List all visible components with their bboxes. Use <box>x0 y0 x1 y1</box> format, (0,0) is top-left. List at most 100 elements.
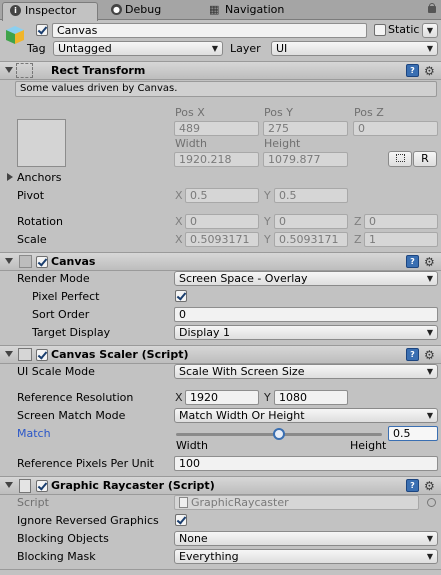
match-width-label: Width <box>176 439 208 452</box>
gear-icon[interactable]: ⚙ <box>424 349 435 361</box>
width-field[interactable]: 1920.218 <box>174 152 259 167</box>
raw-edit-label: R <box>421 152 429 165</box>
ui-scale-mode-dropdown[interactable]: Scale With Screen Size ▼ <box>174 364 438 379</box>
gear-icon[interactable]: ⚙ <box>424 65 435 77</box>
blocking-mask-label: Blocking Mask <box>17 550 96 563</box>
target-display-dropdown[interactable]: Display 1 ▼ <box>174 325 438 340</box>
help-icon[interactable]: ? <box>406 255 419 268</box>
canvas-component-icon <box>19 255 32 268</box>
inspector-options-button[interactable] <box>426 3 438 15</box>
blocking-mask-dropdown[interactable]: Everything ▼ <box>174 549 438 564</box>
info-icon: i <box>10 5 21 16</box>
screen-match-mode-dropdown[interactable]: Match Width Or Height ▼ <box>174 408 438 423</box>
blocking-objects-dropdown[interactable]: None ▼ <box>174 531 438 546</box>
raw-edit-button[interactable]: R <box>413 151 437 167</box>
sort-order-label: Sort Order <box>32 308 90 321</box>
reference-resolution-label: Reference Resolution <box>17 391 134 404</box>
reference-x-field[interactable]: 1920 <box>185 390 259 405</box>
tab-debug-label: Debug <box>125 3 162 16</box>
anchors-label[interactable]: Anchors <box>17 171 62 185</box>
tag-dropdown[interactable]: Untagged ▼ <box>53 41 223 56</box>
chevron-down-icon: ▼ <box>426 534 433 543</box>
scale-x-axis: X <box>175 233 183 246</box>
ignore-reversed-checkbox[interactable] <box>175 514 187 526</box>
active-checkbox[interactable] <box>36 24 48 36</box>
tab-debug[interactable]: ● Debug <box>101 2 197 20</box>
gear-icon[interactable]: ⚙ <box>424 480 435 492</box>
canvas-scaler-title: Canvas Scaler (Script) <box>51 348 189 361</box>
script-field[interactable]: GraphicRaycaster <box>174 495 419 510</box>
tab-navigation[interactable]: ▦ Navigation <box>205 2 315 20</box>
help-icon[interactable]: ? <box>406 348 419 361</box>
gameobject-icon <box>4 24 26 46</box>
target-display-label: Target Display <box>32 326 111 339</box>
graphic-raycaster-header[interactable]: Graphic Raycaster (Script) ? ⚙ <box>0 476 441 495</box>
ref-y-axis: Y <box>264 391 271 404</box>
help-icon[interactable]: ? <box>406 64 419 77</box>
ui-scale-mode-label: UI Scale Mode <box>17 365 95 378</box>
dotted-square-icon <box>395 154 405 162</box>
tab-inspector-label: Inspector <box>25 4 77 17</box>
rotation-label: Rotation <box>17 215 64 228</box>
sort-order-field[interactable]: 0 <box>174 307 438 322</box>
scale-label: Scale <box>17 233 47 246</box>
anchor-preset-box[interactable] <box>17 119 66 167</box>
script-icon <box>19 479 31 493</box>
canvas-scaler-icon <box>18 348 32 361</box>
pivot-x-field[interactable]: 0.5 <box>185 188 259 203</box>
lock-shackle <box>429 3 435 8</box>
tab-inspector[interactable]: i Inspector <box>2 2 98 21</box>
posy-field[interactable]: 275 <box>263 121 348 136</box>
screen-match-mode-label: Screen Match Mode <box>17 409 126 422</box>
object-picker-icon[interactable] <box>427 498 436 507</box>
layer-value: UI <box>276 42 288 55</box>
anchors-foldout-icon[interactable] <box>7 173 13 181</box>
canvas-enabled-checkbox[interactable] <box>36 256 48 268</box>
tab-navigation-label: Navigation <box>225 3 285 16</box>
bug-icon: ● <box>111 4 122 15</box>
posx-label: Pos X <box>175 106 205 119</box>
help-icon[interactable]: ? <box>406 479 419 492</box>
canvas-header[interactable]: Canvas ? ⚙ <box>0 252 441 271</box>
render-mode-label: Render Mode <box>17 272 90 285</box>
scale-y-field[interactable]: 0.5093171 <box>274 232 348 247</box>
canvas-scaler-header[interactable]: Canvas Scaler (Script) ? ⚙ <box>0 345 441 364</box>
scale-x-field[interactable]: 0.5093171 <box>185 232 259 247</box>
rot-z-field[interactable]: 0 <box>364 214 438 229</box>
screen-match-mode-value: Match Width Or Height <box>179 409 305 422</box>
rot-x-field[interactable]: 0 <box>185 214 259 229</box>
pivot-y-field[interactable]: 0.5 <box>274 188 348 203</box>
chevron-down-icon: ▼ <box>426 26 433 35</box>
height-field[interactable]: 1079.877 <box>263 152 348 167</box>
reference-y-field[interactable]: 1080 <box>274 390 348 405</box>
object-name-field[interactable]: Canvas <box>52 23 367 38</box>
foldout-arrow-icon <box>5 67 13 73</box>
render-mode-dropdown[interactable]: Screen Space - Overlay ▼ <box>174 271 438 286</box>
width-label: Width <box>175 137 207 150</box>
blueprint-mode-button[interactable] <box>388 151 412 167</box>
rect-transform-header[interactable]: Rect Transform ? ⚙ <box>0 61 441 80</box>
static-dropdown[interactable]: ▼ <box>422 23 438 38</box>
reference-ppu-label: Reference Pixels Per Unit <box>17 457 154 470</box>
blocking-mask-value: Everything <box>179 550 239 563</box>
posz-field[interactable]: 0 <box>353 121 438 136</box>
scale-y-axis: Y <box>264 233 271 246</box>
posy-label: Pos Y <box>264 106 293 119</box>
raycaster-enabled-checkbox[interactable] <box>36 480 48 492</box>
script-label: Script <box>17 496 49 509</box>
layer-dropdown[interactable]: UI ▼ <box>271 41 438 56</box>
pixel-perfect-checkbox[interactable] <box>175 290 187 302</box>
scale-z-field[interactable]: 1 <box>364 232 438 247</box>
rot-z-axis: Z <box>354 215 362 228</box>
posx-field[interactable]: 489 <box>174 121 259 136</box>
pixel-perfect-label: Pixel Perfect <box>32 290 100 303</box>
static-checkbox[interactable] <box>374 24 386 36</box>
chevron-down-icon: ▼ <box>426 274 433 283</box>
reference-ppu-field[interactable]: 100 <box>174 456 438 471</box>
match-slider-thumb[interactable] <box>273 428 285 440</box>
rot-y-field[interactable]: 0 <box>274 214 348 229</box>
gear-icon[interactable]: ⚙ <box>424 256 435 268</box>
canvas-scaler-enabled-checkbox[interactable] <box>36 349 48 361</box>
foldout-arrow-icon <box>5 482 13 488</box>
match-value-field[interactable]: 0.5 <box>388 426 438 441</box>
